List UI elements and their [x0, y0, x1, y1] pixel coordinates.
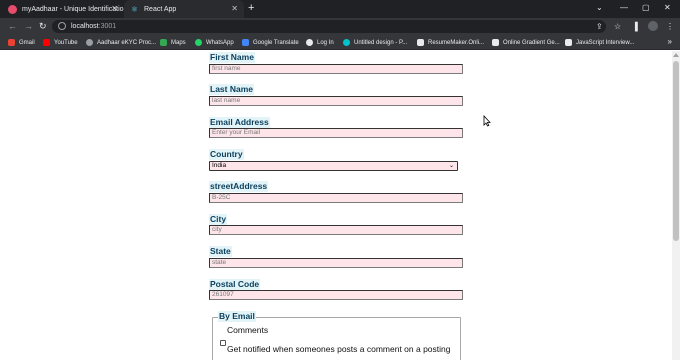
comments-checkbox[interactable]: [220, 340, 226, 346]
close-window-icon[interactable]: ✕: [664, 3, 671, 13]
last-name-label: Last Name: [209, 84, 254, 95]
close-tab-icon[interactable]: ✕: [231, 4, 238, 13]
bookmark-log-in[interactable]: Log In: [306, 38, 334, 47]
page-scrollbar[interactable]: [672, 51, 680, 360]
share-icon[interactable]: ⇪: [596, 22, 603, 32]
comments-description: Get notified when someones posts a comme…: [227, 344, 451, 354]
scroll-thumb[interactable]: [673, 61, 679, 241]
maximize-icon[interactable]: ▢: [642, 3, 650, 13]
menu-icon[interactable]: ⋮: [666, 22, 674, 32]
chevron-down-icon: ⌄: [448, 163, 454, 169]
bookmark-maps[interactable]: Maps: [160, 38, 186, 47]
canva-icon: [343, 39, 350, 46]
by-email-legend: By Email: [218, 311, 256, 322]
email-label: Email Address: [209, 117, 270, 128]
bookmark-javascript-interview[interactable]: JavaScript Interview...: [565, 38, 634, 47]
javascript-icon: [565, 39, 572, 46]
bookmarks-bar: Gmail YouTube Aadhaar eKYC Proc... Maps …: [0, 35, 680, 50]
close-tab-icon[interactable]: ✕: [111, 4, 118, 13]
address-bar[interactable]: localhost:3001: [52, 20, 606, 33]
last-name-input[interactable]: last name: [209, 96, 463, 106]
minimize-icon[interactable]: —: [620, 3, 628, 13]
gmail-icon: [8, 39, 15, 46]
bookmark-google-translate[interactable]: Google Translate: [242, 38, 299, 47]
country-label: Country: [209, 149, 244, 160]
gradient-icon: [492, 39, 499, 46]
tab-strip: myAadhaar - Unique Identificatio ✕ ⚛ Rea…: [0, 0, 680, 18]
more-bookmarks-icon[interactable]: »: [668, 37, 672, 47]
email-input[interactable]: Enter your Email: [209, 128, 463, 138]
country-selected-value: India: [212, 162, 227, 169]
youtube-icon: [43, 39, 50, 46]
site-info-icon[interactable]: [58, 22, 66, 30]
forward-icon[interactable]: →: [24, 21, 33, 31]
profile-avatar[interactable]: [648, 21, 658, 31]
bookmark-resumemaker[interactable]: ResumeMaker.Onli...: [417, 38, 484, 47]
postal-code-input[interactable]: 261097: [209, 290, 463, 300]
react-favicon-icon: ⚛: [130, 4, 139, 14]
bookmark-gmail[interactable]: Gmail: [8, 38, 35, 47]
tab-title: myAadhaar - Unique Identificatio: [22, 5, 124, 13]
browser-toolbar: ← → ↻ localhost:3001 ⇪ ☆ ▐ ⋮: [0, 18, 680, 35]
state-input[interactable]: state: [209, 258, 463, 268]
first-name-input[interactable]: first name: [209, 64, 463, 74]
globe-icon: [86, 39, 93, 46]
login-icon: [306, 39, 313, 46]
tab-title: React App: [144, 5, 177, 13]
comments-label: Comments: [227, 325, 269, 335]
bookmark-aadhaar-ekyc[interactable]: Aadhaar eKYC Proc...: [86, 38, 156, 47]
country-select[interactable]: India ⌄: [209, 161, 458, 171]
back-icon[interactable]: ←: [8, 21, 17, 31]
scroll-up-icon[interactable]: [673, 53, 679, 57]
state-label: State: [209, 246, 232, 257]
tab-react-app[interactable]: ⚛ React App ✕: [124, 0, 244, 18]
bookmark-gradient-generator[interactable]: Online Gradient Ge...: [492, 38, 560, 47]
mouse-cursor-icon: [483, 115, 491, 127]
street-address-input[interactable]: B-25C: [209, 193, 463, 203]
side-panel-icon[interactable]: ▐: [632, 22, 638, 32]
translate-icon: [242, 39, 249, 46]
city-input[interactable]: city: [209, 225, 463, 235]
street-address-label: streetAddress: [209, 181, 269, 192]
whatsapp-icon: [195, 39, 202, 46]
bookmark-whatsapp[interactable]: WhatsApp: [195, 38, 234, 47]
tab-search-icon[interactable]: ⌄: [596, 3, 603, 13]
city-label: City: [209, 214, 228, 225]
new-tab-button[interactable]: +: [248, 2, 254, 15]
bookmark-untitled-design[interactable]: Untitled design - P...: [343, 38, 407, 47]
resumemaker-icon: [417, 39, 424, 46]
bookmark-star-icon[interactable]: ☆: [614, 22, 621, 32]
aadhaar-favicon-icon: [8, 4, 17, 14]
reload-icon[interactable]: ↻: [39, 21, 47, 31]
first-name-label: First Name: [209, 52, 255, 63]
maps-icon: [160, 39, 167, 46]
postal-code-label: Postal Code: [209, 279, 261, 290]
url-text: localhost:3001: [71, 23, 117, 30]
tab-myaadhaar[interactable]: myAadhaar - Unique Identificatio ✕: [0, 0, 124, 18]
bookmark-youtube[interactable]: YouTube: [43, 38, 78, 47]
